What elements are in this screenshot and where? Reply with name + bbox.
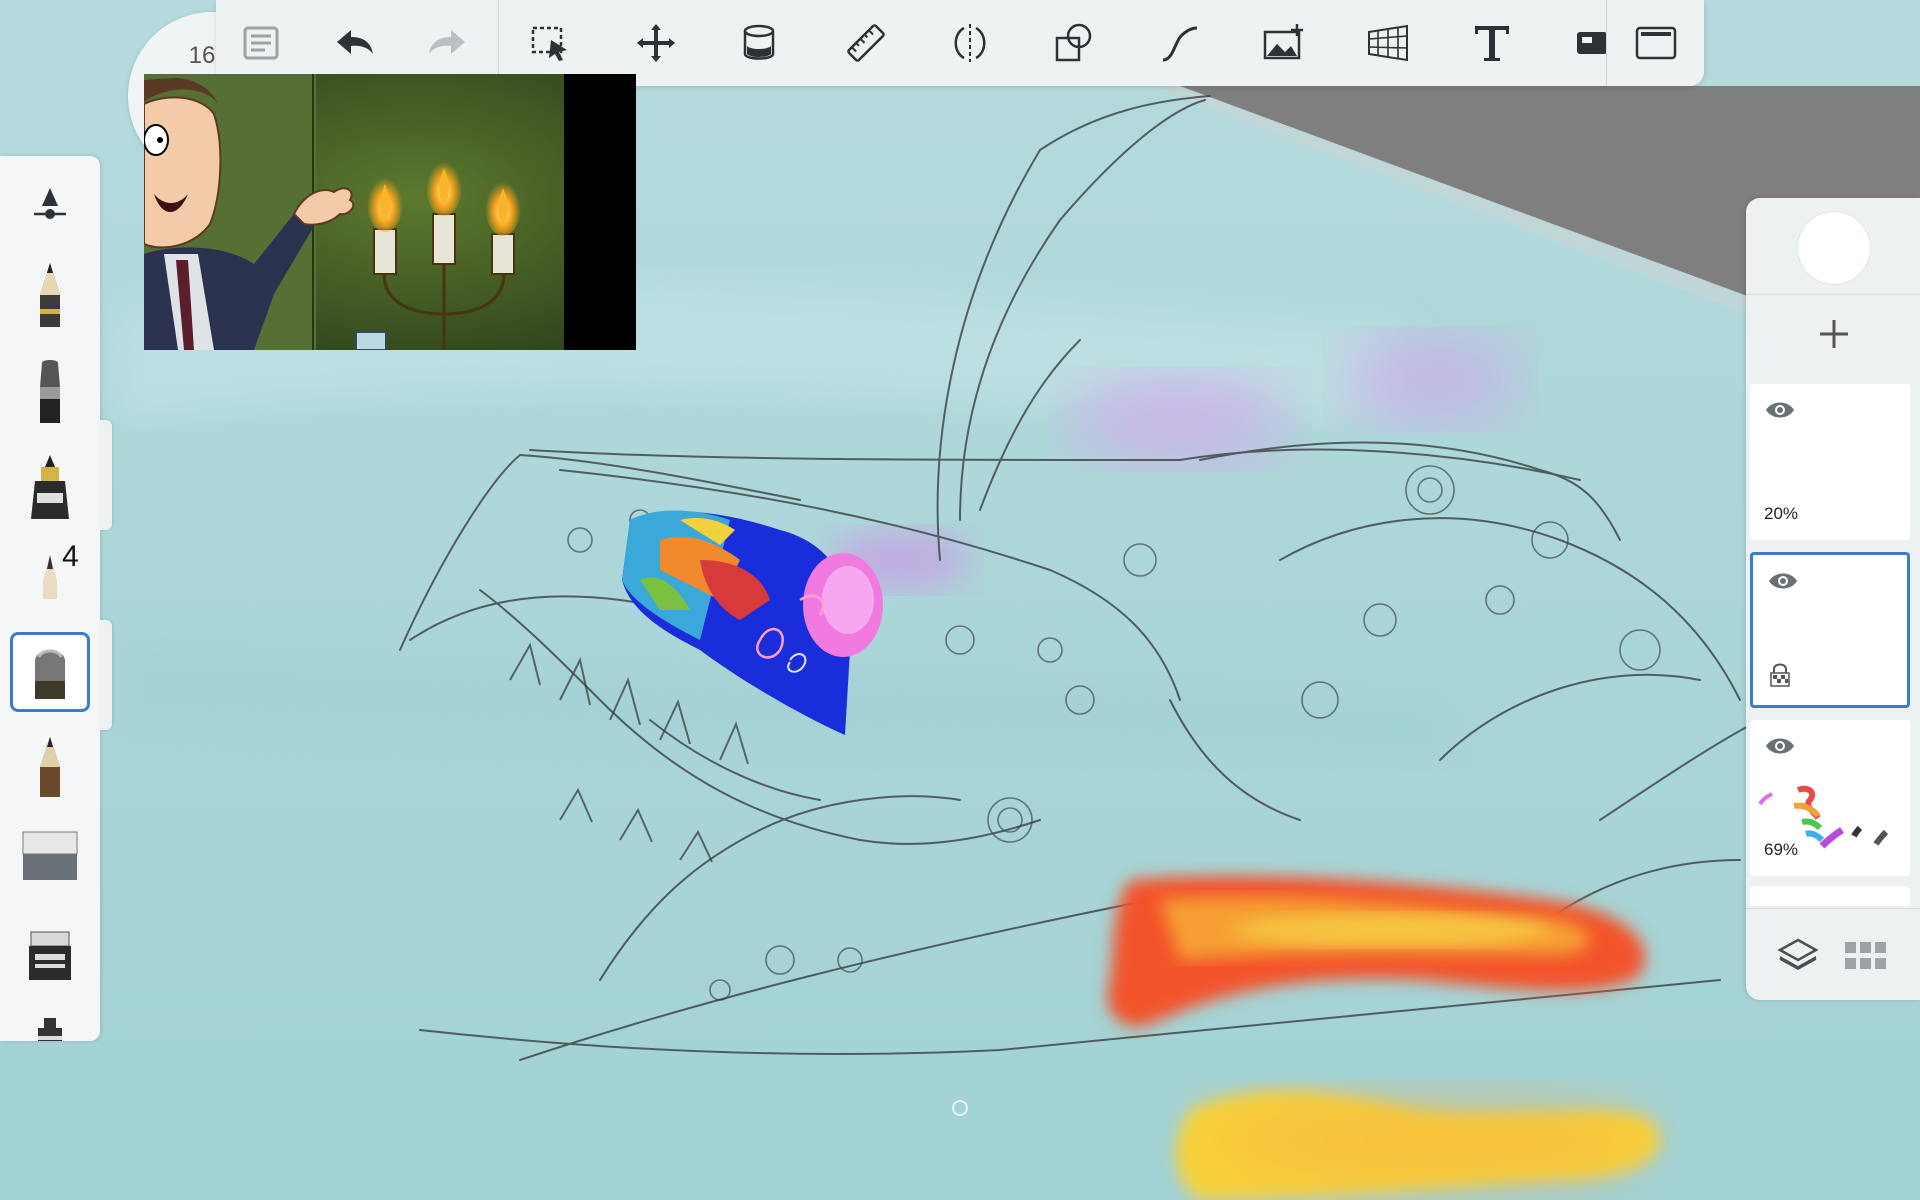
ruler-icon[interactable] [826, 0, 906, 86]
layer-item[interactable]: 69% [1750, 720, 1910, 876]
layer-item[interactable]: 20% [1750, 384, 1910, 540]
layer-opacity-label: 20% [1764, 504, 1799, 523]
technical-pen-icon[interactable] [10, 996, 90, 1041]
layer-visibility-icon[interactable] [1767, 567, 1799, 595]
current-color-swatch[interactable] [1798, 212, 1870, 284]
layer-visibility-icon[interactable] [1764, 732, 1796, 760]
symmetry-icon[interactable] [930, 0, 1010, 86]
grid-view-icon[interactable] [1838, 928, 1894, 984]
layer-visibility-icon[interactable] [1764, 396, 1796, 424]
panel-separator [1746, 908, 1920, 909]
panel-separator [1746, 294, 1920, 295]
layer-item[interactable] [1750, 552, 1910, 708]
brush-panel-handle-bottom[interactable] [100, 620, 112, 730]
fullscreen-icon[interactable] [1616, 0, 1696, 86]
brush-panel-handle-top[interactable] [100, 420, 112, 530]
pencil-brush-icon[interactable] [10, 256, 90, 336]
toolbar-divider [1606, 0, 1607, 86]
text-icon[interactable] [1452, 0, 1532, 86]
transparency-lock-icon[interactable] [1769, 661, 1791, 687]
fill-bucket-icon[interactable] [720, 0, 800, 86]
brush-settings-icon[interactable] [10, 164, 90, 244]
brush-number-label: 4 [62, 540, 79, 573]
layers-panel: 20% 69% [1746, 198, 1920, 1000]
add-image-icon[interactable] [1244, 0, 1324, 86]
shapes-icon[interactable] [1034, 0, 1114, 86]
layer-opacity-label: 69% [1764, 840, 1799, 859]
marker-icon[interactable] [10, 916, 90, 996]
ink-pen-icon[interactable] [10, 448, 90, 528]
charcoal-pencil-icon[interactable] [10, 728, 90, 808]
eraser-brush-icon[interactable] [10, 632, 90, 712]
paint-brush-icon[interactable] [10, 352, 90, 432]
brush-panel: 4 [0, 156, 100, 1041]
perspective-grid-icon[interactable] [1348, 0, 1428, 86]
curve-icon[interactable] [1140, 0, 1220, 86]
video-overlay[interactable] [144, 74, 636, 350]
layer-item-partial[interactable] [1750, 886, 1910, 906]
add-layer-icon[interactable] [1798, 298, 1870, 370]
flat-eraser-icon[interactable] [10, 816, 90, 896]
layers-stack-icon[interactable] [1770, 928, 1826, 984]
video-frame-image [144, 74, 636, 350]
